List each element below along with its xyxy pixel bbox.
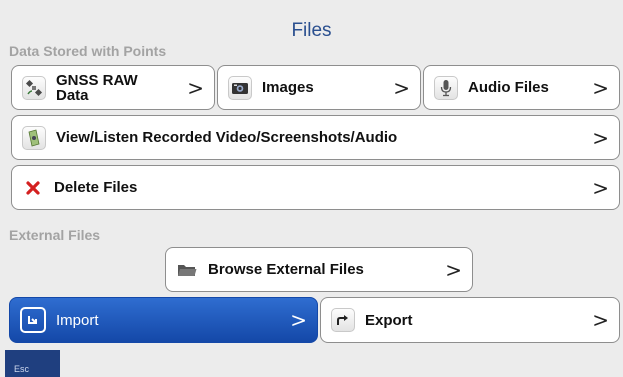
images-button[interactable]: Images >	[217, 65, 421, 110]
view-listen-label: View/Listen Recorded Video/Screenshots/A…	[56, 129, 398, 146]
chevron-right-icon: >	[187, 75, 204, 100]
gnss-label-line2: Data	[56, 86, 89, 104]
export-label: Export	[365, 311, 413, 329]
chevron-right-icon: >	[445, 257, 462, 282]
chevron-right-icon: >	[592, 125, 609, 150]
images-label: Images	[262, 79, 314, 96]
import-button[interactable]: Import >	[9, 297, 318, 343]
red-x-icon	[22, 177, 44, 199]
chevron-right-icon: >	[592, 175, 609, 200]
import-arrow-icon	[20, 307, 46, 333]
folder-icon	[176, 259, 198, 281]
audio-files-label: Audio Files	[468, 79, 549, 96]
chevron-right-icon: >	[290, 308, 307, 332]
delete-files-label: Delete Files	[54, 179, 138, 196]
chevron-right-icon: >	[393, 75, 410, 100]
gnss-raw-data-button[interactable]: GNSS RAW Data >	[11, 65, 215, 110]
export-arrow-icon	[331, 308, 355, 332]
browse-label: Browse External Files	[208, 261, 364, 278]
esc-button[interactable]: Esc	[5, 350, 60, 377]
delete-files-button[interactable]: Delete Files >	[11, 165, 620, 210]
import-label: Import	[56, 311, 99, 329]
microphone-icon	[434, 75, 458, 100]
section-label-external: External Files	[9, 227, 101, 243]
esc-label: Esc	[14, 364, 30, 374]
audio-files-button[interactable]: Audio Files >	[423, 65, 620, 110]
browse-external-files-button[interactable]: Browse External Files >	[165, 247, 473, 292]
page-title: Files	[291, 20, 332, 41]
chevron-right-icon: >	[592, 75, 609, 100]
satellite-icon	[22, 75, 46, 100]
section-label-stored: Data Stored with Points	[9, 43, 167, 59]
view-listen-recorded-button[interactable]: View/Listen Recorded Video/Screenshots/A…	[11, 115, 620, 160]
media-icon	[22, 125, 46, 150]
chevron-right-icon: >	[592, 308, 609, 332]
camera-icon	[228, 75, 252, 100]
export-button[interactable]: Export >	[320, 297, 620, 343]
